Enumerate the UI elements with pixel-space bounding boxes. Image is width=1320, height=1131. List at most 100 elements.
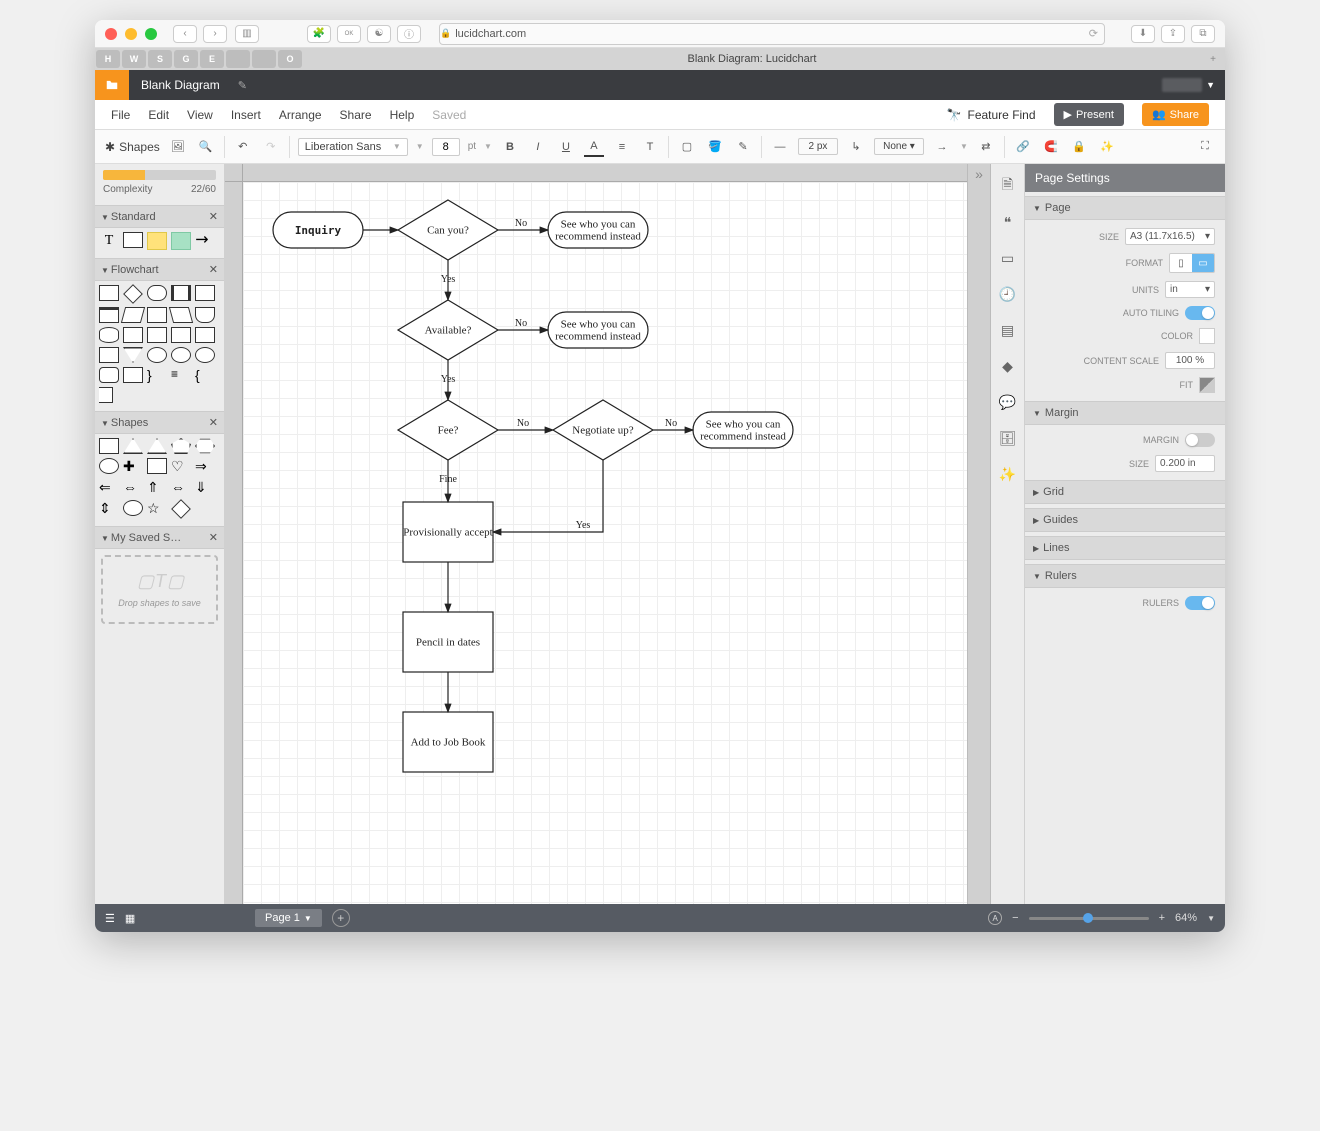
forward-button[interactable]: › <box>203 25 227 43</box>
shape[interactable] <box>147 458 167 474</box>
link-icon[interactable]: 🔗 <box>1013 137 1033 157</box>
search-icon[interactable]: 🔍 <box>196 137 216 157</box>
share-button[interactable]: 👥 Share <box>1142 103 1209 126</box>
shape[interactable] <box>99 307 119 323</box>
account-menu[interactable]: ▼ <box>1162 78 1225 92</box>
section-saved[interactable]: ▼My Saved S…✕ <box>95 526 224 549</box>
ext-icon[interactable]: OK <box>337 25 361 43</box>
underline-icon[interactable]: U <box>556 137 576 157</box>
section-page[interactable]: ▼Page <box>1025 196 1225 220</box>
shape[interactable]: ⇑ <box>147 479 167 496</box>
comment-icon[interactable]: 💬 <box>1000 394 1016 410</box>
layers-icon[interactable]: ▤ <box>1000 322 1016 338</box>
text-color-icon[interactable]: A <box>584 137 604 157</box>
border-icon[interactable]: ▢ <box>677 137 697 157</box>
menu-help[interactable]: Help <box>390 108 415 122</box>
line-color-icon[interactable]: ✎ <box>733 137 753 157</box>
menu-view[interactable]: View <box>187 108 213 122</box>
shapes-panel-toggle[interactable]: ✱ Shapes <box>105 140 160 154</box>
fav-tab[interactable]: G <box>174 50 198 68</box>
shape[interactable] <box>195 347 215 363</box>
edit-title-icon[interactable]: ✎ <box>238 79 247 92</box>
fav-tab[interactable] <box>226 50 250 68</box>
italic-icon[interactable]: I <box>528 137 548 157</box>
section-margin[interactable]: ▼Margin <box>1025 401 1225 425</box>
rulers-toggle[interactable] <box>1185 596 1215 610</box>
shape[interactable] <box>123 438 143 454</box>
shape-arrow-icon[interactable]: ↗ <box>192 228 219 255</box>
window-minimize-button[interactable] <box>125 28 137 40</box>
quote-icon[interactable]: ❝ <box>1000 214 1016 230</box>
share-button[interactable]: ⇪ <box>1161 25 1185 43</box>
fullscreen-icon[interactable]: ⛶ <box>1195 137 1215 157</box>
shape[interactable]: } <box>147 367 167 383</box>
zoom-in-icon[interactable]: + <box>1159 912 1165 924</box>
shape[interactable]: ♡ <box>171 458 191 475</box>
line-style-icon[interactable]: — <box>770 137 790 157</box>
line-type-icon[interactable]: ↳ <box>846 137 866 157</box>
page-icon[interactable]: 🗎 <box>1000 178 1016 194</box>
shape[interactable] <box>195 285 215 301</box>
new-tab-button[interactable]: + <box>1201 54 1225 65</box>
shape[interactable] <box>147 327 167 343</box>
page-color-swatch[interactable] <box>1199 328 1215 344</box>
shape[interactable]: ≡ <box>171 367 191 383</box>
shape[interactable] <box>147 307 167 323</box>
landscape-button[interactable]: ▭ <box>1192 254 1214 272</box>
close-icon[interactable]: ✕ <box>209 416 218 429</box>
image-icon[interactable]: 🖼 <box>168 137 188 157</box>
swap-icon[interactable]: ⇄ <box>976 137 996 157</box>
grid-view-icon[interactable]: ▦ <box>125 912 135 925</box>
list-view-icon[interactable]: ☰ <box>105 912 115 925</box>
shape[interactable]: ⇓ <box>195 479 215 496</box>
shape[interactable] <box>195 327 215 343</box>
document-title[interactable]: Blank Diagram <box>129 78 232 92</box>
window-zoom-button[interactable] <box>145 28 157 40</box>
shape[interactable]: ⇒ <box>195 458 215 475</box>
shape[interactable] <box>171 438 191 454</box>
menu-edit[interactable]: Edit <box>148 108 169 122</box>
zoom-slider[interactable] <box>1029 917 1149 920</box>
window-close-button[interactable] <box>105 28 117 40</box>
margin-toggle[interactable] <box>1185 433 1215 447</box>
shape[interactable]: ⇕ <box>99 500 119 518</box>
line-width-select[interactable]: 2 px <box>798 138 838 155</box>
zoom-out-icon[interactable]: − <box>1012 912 1018 924</box>
browser-tab[interactable]: Blank Diagram: Lucidchart <box>303 53 1201 65</box>
bold-icon[interactable]: B <box>500 137 520 157</box>
shape[interactable] <box>171 347 191 363</box>
shape[interactable] <box>99 387 113 403</box>
section-rulers[interactable]: ▼Rulers <box>1025 564 1225 588</box>
target-icon[interactable]: A <box>988 911 1002 925</box>
align-icon[interactable]: ≡ <box>612 137 632 157</box>
menu-share[interactable]: Share <box>340 108 372 122</box>
shape[interactable] <box>123 347 143 363</box>
history-icon[interactable]: 🕘 <box>1000 286 1016 302</box>
shape[interactable] <box>99 458 119 474</box>
fav-tab[interactable]: O <box>278 50 302 68</box>
shape[interactable] <box>121 307 145 323</box>
wand-icon[interactable]: ✨ <box>1097 137 1117 157</box>
sidebar-button[interactable]: ▥ <box>235 25 259 43</box>
shape[interactable]: ☆ <box>147 500 167 518</box>
section-standard[interactable]: ▼Standard✕ <box>95 205 224 228</box>
add-page-button[interactable]: + <box>332 909 350 927</box>
shape[interactable] <box>99 285 119 301</box>
tabs-button[interactable]: ⧉ <box>1191 25 1215 43</box>
close-icon[interactable]: ✕ <box>209 210 218 223</box>
text-style-icon[interactable]: T <box>640 137 660 157</box>
magic-icon[interactable]: ✨ <box>1000 466 1016 482</box>
shape-rect[interactable] <box>123 232 143 248</box>
panel-collapse-button[interactable]: » <box>967 164 991 904</box>
shape[interactable] <box>99 347 119 363</box>
close-icon[interactable]: ✕ <box>209 263 218 276</box>
section-lines[interactable]: ▶Lines <box>1025 536 1225 560</box>
feature-find-button[interactable]: 🔭 Feature Find <box>947 108 1036 122</box>
shape-note[interactable] <box>171 232 191 250</box>
fav-tab[interactable]: E <box>200 50 224 68</box>
page-tab[interactable]: Page 1 ▼ <box>255 909 322 927</box>
shape[interactable]: ⇐ <box>99 479 119 496</box>
shape[interactable] <box>147 438 167 454</box>
saved-shapes-dropzone[interactable]: ▢ T ▢ Drop shapes to save <box>101 555 218 624</box>
undo-icon[interactable]: ↶ <box>233 137 253 157</box>
